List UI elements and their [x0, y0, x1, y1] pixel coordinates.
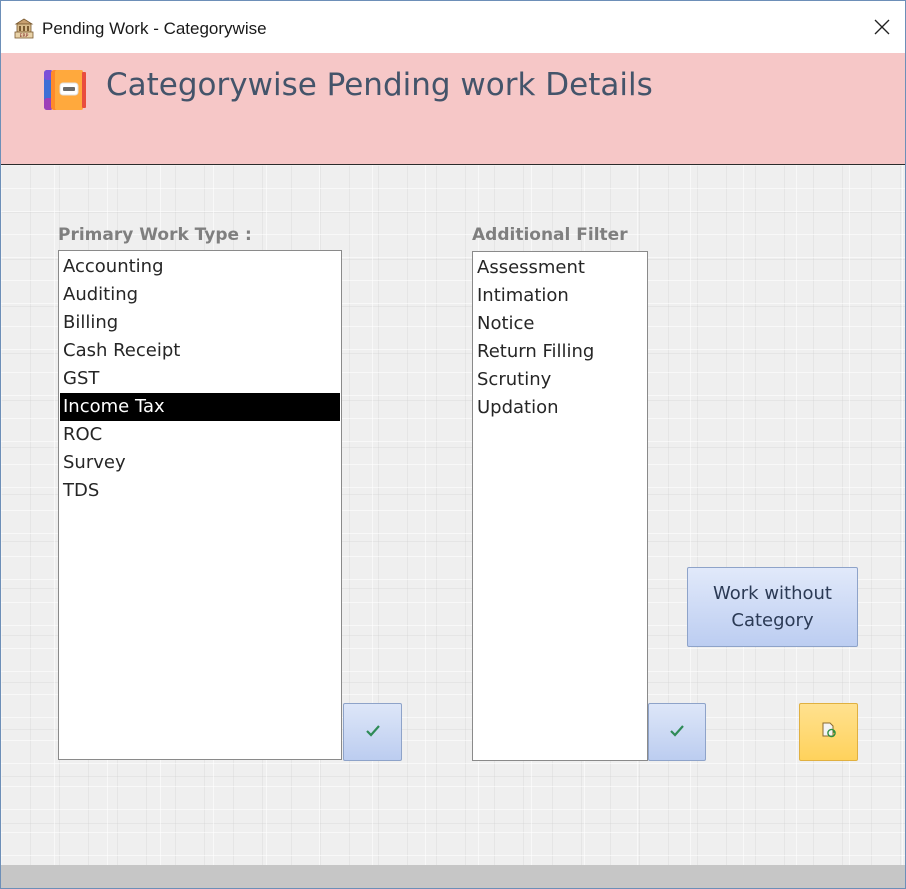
notebook-icon	[42, 68, 88, 112]
primary-work-type-label: Primary Work Type :	[58, 225, 252, 245]
checkmark-icon	[365, 723, 381, 742]
list-item[interactable]: Income Tax	[60, 393, 340, 421]
list-item[interactable]: ROC	[60, 421, 340, 449]
footer-bar	[1, 865, 905, 888]
work-without-category-label: Work without Category	[713, 583, 832, 631]
list-item[interactable]: Return Filling	[474, 338, 646, 366]
close-icon	[874, 19, 890, 39]
list-item[interactable]: Scrutiny	[474, 366, 646, 394]
close-button[interactable]	[859, 9, 905, 49]
app-icon: ERP	[13, 18, 35, 40]
list-item[interactable]: Intimation	[474, 282, 646, 310]
apply-additional-filter-button[interactable]	[648, 703, 706, 761]
list-item[interactable]: Survey	[60, 449, 340, 477]
additional-filter-listbox[interactable]: Assessment Intimation Notice Return Filling…	[472, 251, 648, 761]
checkmark-icon	[669, 723, 685, 742]
list-item[interactable]: GST	[60, 365, 340, 393]
refresh-button[interactable]	[799, 703, 858, 761]
svg-text:ERP: ERP	[20, 33, 29, 39]
work-without-category-button[interactable]: Work without Category	[687, 567, 858, 647]
pending-work-window: ERP Pending Work - Categorywise Category…	[0, 0, 906, 889]
window-title: Pending Work - Categorywise	[42, 19, 267, 38]
list-item[interactable]: Accounting	[60, 253, 340, 281]
list-item[interactable]: Auditing	[60, 281, 340, 309]
primary-work-type-listbox[interactable]: Accounting Auditing Billing Cash Receipt GST…	[58, 250, 342, 760]
list-item[interactable]: TDS	[60, 477, 340, 505]
additional-filter-label: Additional Filter	[472, 225, 628, 245]
list-item[interactable]: Updation	[474, 394, 646, 422]
list-item[interactable]: Notice	[474, 310, 646, 338]
list-item[interactable]: Assessment	[474, 254, 646, 282]
apply-primary-button[interactable]	[343, 703, 402, 761]
list-item[interactable]: Billing	[60, 309, 340, 337]
title-bar: ERP Pending Work - Categorywise	[1, 1, 905, 53]
refresh-document-icon	[820, 721, 838, 743]
page-title: Categorywise Pending work Details	[106, 67, 653, 103]
main-content: Primary Work Type : Accounting Auditing Bi…	[1, 165, 905, 865]
list-item[interactable]: Cash Receipt	[60, 337, 340, 365]
page-header: Categorywise Pending work Details	[1, 53, 905, 165]
